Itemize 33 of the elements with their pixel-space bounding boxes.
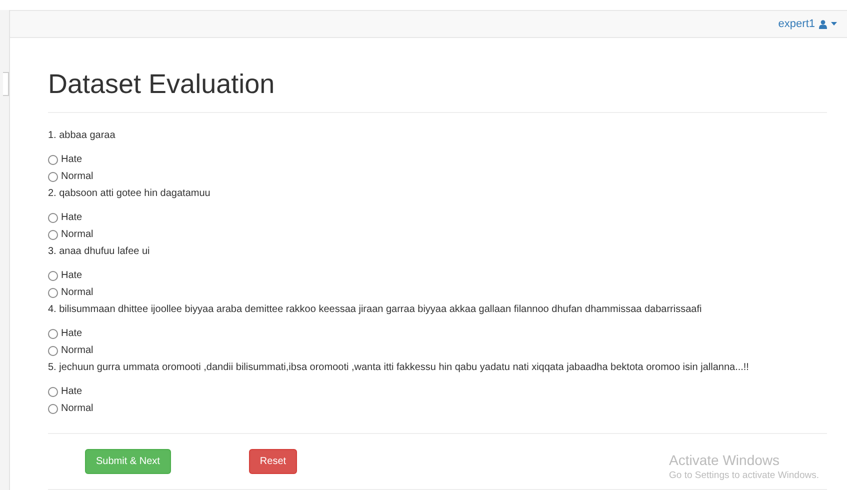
radio-button[interactable]: [48, 212, 58, 222]
option-label[interactable]: Normal: [61, 171, 94, 182]
option-label[interactable]: Normal: [61, 287, 94, 298]
option-label[interactable]: Hate: [61, 154, 82, 165]
radio-button[interactable]: [48, 172, 58, 182]
radio-button[interactable]: [48, 288, 58, 298]
radio-button[interactable]: [48, 328, 58, 338]
activation-text: Go to Settings to activate Windows.: [669, 469, 819, 483]
page-title: Dataset Evaluation: [48, 68, 276, 100]
radio-button[interactable]: [48, 230, 58, 240]
radio-button[interactable]: [48, 404, 58, 414]
question-text: 2. qabsoon atti gotee hin dagatamuu: [48, 187, 212, 201]
option-label[interactable]: Hate: [61, 386, 82, 397]
question-text: 3. anaa dhufuu lafee ui: [48, 245, 151, 259]
option-label[interactable]: Hate: [61, 270, 82, 281]
sidebar-toggle[interactable]: [3, 72, 9, 96]
question-text: 5. jechuun gurra ummata oromooti ,dandii bilisummati,ibsa oromooti ,wanta itti fakkessu hin qabu yadatu nati xiqqata jabaadha bektota oromoo isin jallanna...!!: [48, 361, 750, 375]
question-text: 1. abbaa garaa: [48, 129, 116, 143]
reset-button[interactable]: Reset: [248, 449, 298, 474]
question-text: 4. bilisummaan dhittee ijoollee biyyaa araba demittee rakkoo keessaa jiraan garraa biyyaa akkaa gallaan filannoo dhufan dhammissaa dabarrissaafi: [48, 303, 703, 317]
user-icon: [819, 20, 827, 28]
option-label[interactable]: Normal: [61, 403, 94, 414]
option-label[interactable]: Normal: [61, 345, 94, 356]
radio-button[interactable]: [48, 346, 58, 356]
option-label[interactable]: Normal: [61, 229, 94, 240]
radio-button[interactable]: [48, 386, 58, 396]
radio-button[interactable]: [48, 154, 58, 164]
activation-title: Activate Windows: [669, 452, 781, 469]
option-label[interactable]: Hate: [61, 328, 82, 339]
user-menu[interactable]: expert1: [778, 18, 837, 30]
radio-button[interactable]: [48, 270, 58, 280]
caret-icon: [831, 22, 837, 26]
option-label[interactable]: Hate: [61, 212, 82, 223]
